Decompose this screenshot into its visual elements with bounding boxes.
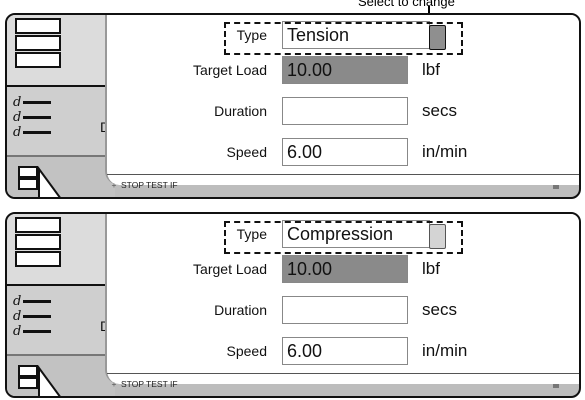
scroll-indicator bbox=[553, 185, 559, 189]
settings-content: Type Tension Target Load 10.00 lbf Durat… bbox=[105, 15, 579, 190]
type-field[interactable]: Tension bbox=[282, 21, 430, 49]
stop-test-if-label: STOP TEST IF bbox=[121, 180, 178, 190]
stop-test-if-section[interactable]: + STOP TEST IF bbox=[107, 379, 178, 389]
type-row: Type Tension bbox=[107, 21, 579, 55]
speed-row: Speed 6.00 in/min bbox=[107, 337, 579, 367]
speed-row: Speed 6.00 in/min bbox=[107, 138, 579, 168]
footer-divider bbox=[107, 373, 579, 374]
type-dropdown-button[interactable] bbox=[429, 25, 446, 50]
type-dropdown-button[interactable] bbox=[429, 224, 446, 249]
type-label: Type bbox=[236, 27, 267, 43]
type-label: Type bbox=[236, 226, 267, 242]
duration-row: Duration secs bbox=[107, 97, 579, 127]
target-load-field[interactable]: 10.00 bbox=[282, 56, 408, 84]
test-settings-panel-compression: ddd D Type Compression Target Load 10.00… bbox=[5, 212, 581, 398]
type-row: Type Compression bbox=[107, 220, 579, 254]
target-load-unit: lbf bbox=[422, 259, 440, 278]
stop-test-if-label: STOP TEST IF bbox=[121, 379, 178, 389]
derivative-icon: ddd bbox=[13, 95, 52, 140]
expand-plus-icon[interactable]: + bbox=[107, 379, 121, 389]
expand-plus-icon[interactable]: + bbox=[107, 180, 121, 190]
speed-field[interactable]: 6.00 bbox=[282, 138, 408, 166]
test-settings-panel-tension: ddd D Type Tension Target Load 10.00 lbf… bbox=[5, 13, 581, 199]
callout-label: Select to change bbox=[358, 0, 455, 9]
flag-icon bbox=[18, 364, 61, 396]
duration-label: Duration bbox=[214, 302, 267, 318]
scroll-indicator bbox=[553, 384, 559, 388]
sidebar-tab-list[interactable] bbox=[7, 15, 115, 88]
stop-test-if-section[interactable]: + STOP TEST IF bbox=[107, 180, 178, 190]
duration-unit: secs bbox=[422, 300, 457, 319]
target-load-row: Target Load 10.00 lbf bbox=[107, 56, 579, 86]
target-load-label: Target Load bbox=[193, 261, 267, 277]
speed-label: Speed bbox=[226, 144, 267, 160]
list-icon bbox=[15, 18, 61, 69]
footer-divider bbox=[107, 174, 579, 175]
target-load-label: Target Load bbox=[193, 62, 267, 78]
target-load-row: Target Load 10.00 lbf bbox=[107, 255, 579, 285]
speed-unit: in/min bbox=[422, 142, 468, 161]
type-field[interactable]: Compression bbox=[282, 220, 430, 248]
settings-content: Type Compression Target Load 10.00 lbf D… bbox=[105, 214, 579, 389]
duration-field[interactable] bbox=[282, 97, 408, 125]
sidebar-tab-list[interactable] bbox=[7, 214, 115, 287]
duration-label: Duration bbox=[214, 103, 267, 119]
duration-field[interactable] bbox=[282, 296, 408, 324]
sidebar-tab-flag[interactable] bbox=[7, 356, 115, 396]
speed-field[interactable]: 6.00 bbox=[282, 337, 408, 365]
speed-label: Speed bbox=[226, 343, 267, 359]
duration-row: Duration secs bbox=[107, 296, 579, 326]
flag-icon bbox=[18, 165, 61, 197]
sidebar-tab-flag[interactable] bbox=[7, 157, 115, 197]
target-load-field[interactable]: 10.00 bbox=[282, 255, 408, 283]
list-icon bbox=[15, 217, 61, 268]
duration-unit: secs bbox=[422, 101, 457, 120]
sidebar-tab-derivative[interactable]: ddd D bbox=[7, 87, 115, 157]
target-load-unit: lbf bbox=[422, 60, 440, 79]
sidebar-tab-derivative[interactable]: ddd D bbox=[7, 286, 115, 356]
speed-unit: in/min bbox=[422, 341, 468, 360]
derivative-icon: ddd bbox=[13, 294, 52, 339]
